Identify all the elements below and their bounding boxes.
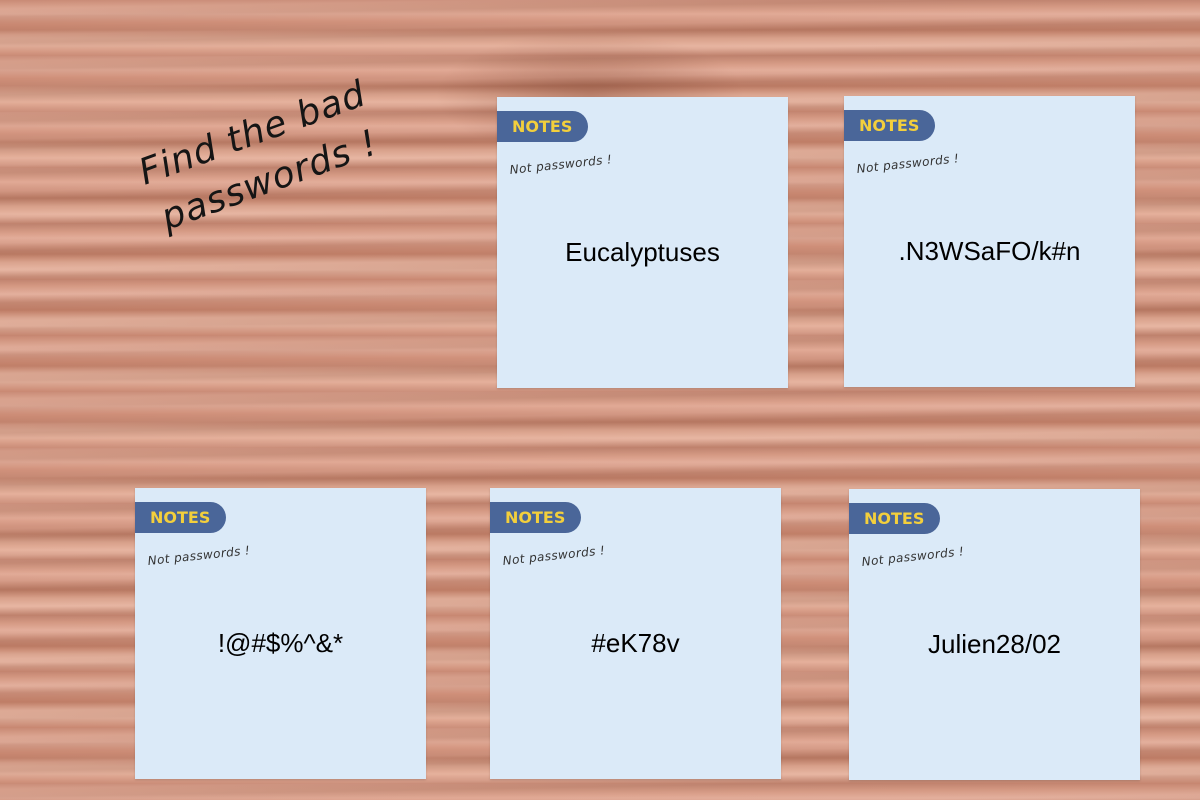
note-subtitle: Not passwords ! <box>861 544 965 569</box>
note-password-text: #eK78v <box>591 628 680 658</box>
note-card[interactable]: NOTES Not passwords ! #eK78v <box>490 488 781 779</box>
note-card[interactable]: NOTES Not passwords ! Eucalyptuses <box>497 97 788 388</box>
note-card[interactable]: NOTES Not passwords ! !@#$%^&* <box>135 488 426 779</box>
note-password-text: !@#$%^&* <box>217 628 344 658</box>
note-card[interactable]: NOTES Not passwords ! .N3WSaFO/k#n <box>844 96 1135 387</box>
note-card[interactable]: NOTES Not passwords ! Julien28/02 <box>849 489 1140 780</box>
note-subtitle: Not passwords ! <box>509 152 613 177</box>
note-password-text: .N3WSaFO/k#n <box>898 236 1081 266</box>
note-tag: NOTES <box>844 110 935 141</box>
note-tag: NOTES <box>135 502 226 533</box>
note-subtitle: Not passwords ! <box>856 151 960 176</box>
note-password-text: Eucalyptuses <box>565 237 720 267</box>
note-password-text: Julien28/02 <box>928 629 1061 659</box>
note-subtitle: Not passwords ! <box>502 543 606 568</box>
note-tag: NOTES <box>849 503 940 534</box>
note-tag: NOTES <box>497 111 588 142</box>
note-tag: NOTES <box>490 502 581 533</box>
page-headline: Find the bad passwords ! <box>108 61 415 254</box>
note-subtitle: Not passwords ! <box>147 543 251 568</box>
